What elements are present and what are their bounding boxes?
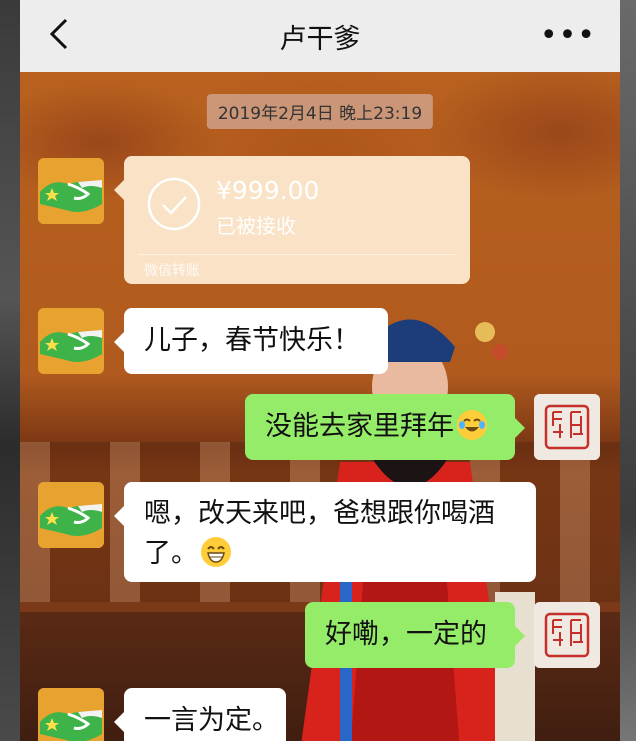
message-bubble-received[interactable]: 嗯，改天来吧，爸想跟你喝酒 了。 bbox=[114, 482, 536, 582]
more-dots-icon[interactable]: ••• bbox=[540, 18, 596, 53]
message-text-line1: 嗯，改天来吧，爸想跟你喝酒 bbox=[144, 498, 495, 529]
handshake-avatar bbox=[38, 482, 104, 548]
message-bubble-received[interactable]: 一言为定。 bbox=[114, 688, 286, 741]
my-avatar[interactable] bbox=[534, 394, 600, 460]
message-text: 好嘞，一定的 bbox=[325, 619, 487, 650]
message-text: 没能去家里拜年 bbox=[265, 411, 454, 442]
transfer-type-label: 微信转账 bbox=[144, 263, 200, 279]
chat-header: 卢干爹 ••• bbox=[20, 0, 620, 72]
message-bubble-received[interactable]: 儿子，春节快乐！ bbox=[114, 308, 388, 374]
contact-avatar[interactable] bbox=[38, 688, 104, 741]
chat-title: 卢干爹 bbox=[279, 23, 361, 55]
chat-area[interactable]: 2019年2月4日 晚上23:19 ¥999.00 已被接收 微信转账 儿子，春… bbox=[20, 72, 620, 741]
contact-avatar[interactable] bbox=[38, 308, 104, 374]
seal-avatar bbox=[534, 394, 600, 460]
transfer-divider bbox=[138, 254, 456, 255]
handshake-avatar bbox=[38, 688, 104, 741]
grinning-emoji bbox=[201, 537, 231, 567]
message-text-wrap: 没能去家里拜年 bbox=[265, 407, 487, 447]
message-text: 儿子，春节快乐！ bbox=[144, 325, 360, 356]
message-bubble-sent[interactable]: 没能去家里拜年 bbox=[245, 394, 525, 460]
handshake-avatar bbox=[38, 308, 104, 374]
message-text-line2-wrap: 了。 bbox=[144, 534, 231, 574]
contact-avatar[interactable] bbox=[38, 158, 104, 224]
message-bubble-sent[interactable]: 好嘞，一定的 bbox=[305, 602, 525, 668]
check-circle-icon bbox=[147, 177, 201, 231]
laughing-tears-emoji bbox=[457, 410, 487, 440]
background-edge-left bbox=[0, 0, 20, 741]
my-avatar[interactable] bbox=[534, 602, 600, 668]
back-arrow-icon[interactable] bbox=[40, 14, 80, 54]
transfer-status: 已被接收 bbox=[216, 214, 296, 238]
message-text-line2: 了。 bbox=[144, 538, 198, 569]
message-text: 一言为定。 bbox=[144, 705, 279, 736]
transfer-amount: ¥999.00 bbox=[216, 176, 320, 205]
handshake-avatar bbox=[38, 158, 104, 224]
transfer-bubble[interactable]: ¥999.00 已被接收 微信转账 bbox=[114, 156, 470, 284]
seal-avatar bbox=[534, 602, 600, 668]
timestamp: 2019年2月4日 晚上23:19 bbox=[206, 94, 434, 129]
contact-avatar[interactable] bbox=[38, 482, 104, 548]
background-edge-right bbox=[620, 0, 636, 741]
chat-screen: 卢干爹 ••• 2019年2月4日 晚上23:19 ¥999.00 已被接收 微… bbox=[20, 0, 620, 741]
